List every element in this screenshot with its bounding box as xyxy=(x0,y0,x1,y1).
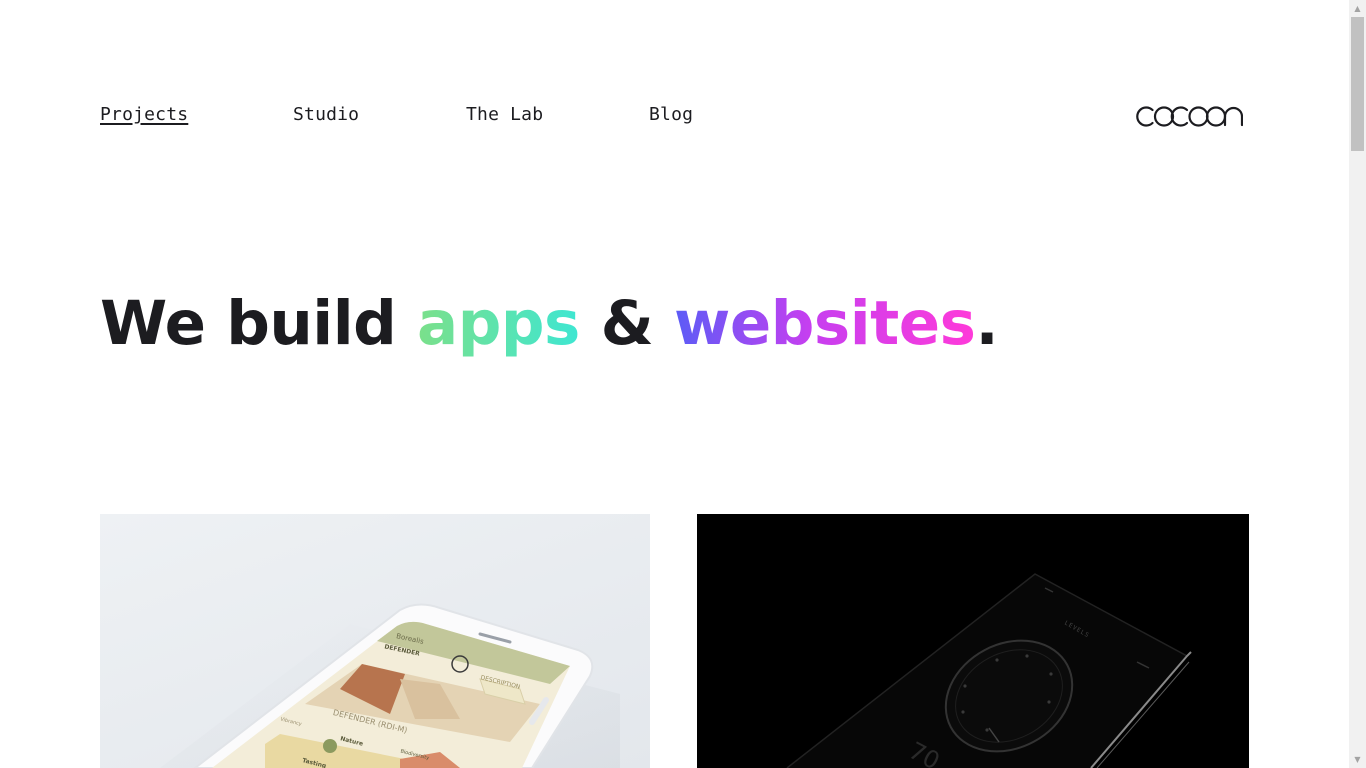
hero-word-websites: websites xyxy=(674,288,976,359)
hero-text-ampersand: & xyxy=(579,288,675,359)
project-card-dark[interactable]: LEVELS 70 xyxy=(697,514,1249,768)
cocoon-logo[interactable] xyxy=(1136,104,1244,129)
triangle-down-icon[interactable]: ▼ xyxy=(1349,751,1366,768)
dark-phone-mockup-image xyxy=(786,573,1192,768)
nav-item-the-lab[interactable]: The Lab xyxy=(466,104,543,125)
phone-mockup-image xyxy=(160,603,620,768)
cocoon-logo-icon xyxy=(1136,106,1244,127)
hero-word-apps: apps xyxy=(417,288,580,359)
project-card-light[interactable]: Borealis DEFENDER DESCRIPTION DEFENDER (… xyxy=(100,514,650,768)
nav-item-studio[interactable]: Studio xyxy=(293,104,359,125)
nav-item-projects[interactable]: Projects xyxy=(100,104,188,125)
hero-period: . xyxy=(975,288,999,359)
nav-item-blog[interactable]: Blog xyxy=(649,104,693,125)
scrollbar-thumb[interactable] xyxy=(1351,17,1364,151)
hero-heading: We build apps & websites. xyxy=(100,284,999,364)
hero-text-we-build: We build xyxy=(100,288,418,359)
vertical-scrollbar[interactable]: ▲ ▼ xyxy=(1349,0,1366,768)
triangle-up-icon[interactable]: ▲ xyxy=(1349,0,1366,17)
